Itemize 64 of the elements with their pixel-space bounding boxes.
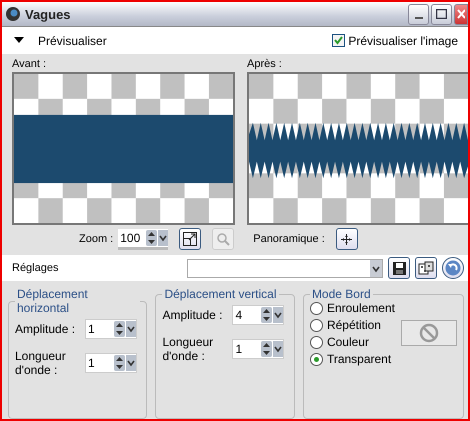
- randomize-button[interactable]: [415, 257, 437, 279]
- radio-label: Couleur: [326, 335, 369, 349]
- spinner-icon: [114, 355, 125, 371]
- group-title: Mode Bord: [310, 287, 372, 301]
- triangle-icon: [14, 37, 24, 44]
- radio-button[interactable]: [310, 318, 323, 332]
- maximize-icon: [436, 9, 447, 19]
- spinner-icon: [261, 307, 272, 323]
- radio-option[interactable]: Répétition: [310, 318, 395, 332]
- radio-label: Enroulement: [326, 301, 395, 315]
- resize-icon: [183, 232, 198, 246]
- number-field[interactable]: 1: [85, 319, 137, 339]
- preview-label: Avant :: [12, 58, 48, 70]
- reset-button[interactable]: [442, 257, 464, 279]
- presets-label: Réglages: [12, 262, 60, 274]
- minimize-icon: [414, 16, 422, 20]
- app-icon: [5, 6, 21, 22]
- radio-label: Transparent: [326, 352, 392, 366]
- dropdown-icon: [126, 355, 136, 371]
- spinner-icon: [114, 321, 125, 337]
- field-label: Longueur d'onde :: [15, 349, 67, 377]
- spinner-icon: [261, 341, 272, 357]
- dropdown-icon: [370, 260, 382, 276]
- radio-option[interactable]: Couleur: [310, 335, 395, 349]
- no-color-icon: [418, 323, 439, 343]
- radio-option[interactable]: Enroulement: [310, 301, 395, 315]
- dropdown-icon: [158, 230, 168, 246]
- dice-icon: [418, 261, 434, 275]
- dropdown-icon: [273, 307, 284, 323]
- radio-button[interactable]: [310, 336, 323, 348]
- spinner-icon: [146, 230, 158, 246]
- checkbox[interactable]: [332, 34, 346, 47]
- number-field[interactable]: 1: [85, 353, 137, 373]
- maximize-button[interactable]: [431, 4, 452, 24]
- number-field[interactable]: 4: [232, 305, 284, 325]
- radio-button[interactable]: [310, 302, 323, 314]
- field-label: Amplitude :: [15, 322, 76, 336]
- zoom-field[interactable]: 100: [118, 228, 168, 250]
- field-label: Amplitude :: [162, 308, 224, 322]
- group-title: Déplacement vertical: [163, 287, 278, 301]
- preview-label: Après :: [247, 58, 283, 70]
- zoom-label: Zoom :: [79, 233, 114, 245]
- dropdown-icon: [126, 321, 136, 337]
- undo-icon: [445, 260, 461, 276]
- close-icon: [457, 9, 465, 19]
- field-label: Longueur d'onde :: [162, 335, 214, 363]
- section-label: Prévisualiser: [38, 34, 108, 48]
- radio-button[interactable]: [310, 352, 323, 366]
- dropdown-icon: [273, 341, 284, 357]
- pan-label: Panoramique :: [253, 233, 325, 245]
- pan-button[interactable]: [336, 228, 358, 250]
- expand-toggle[interactable]: [14, 37, 24, 44]
- close-button[interactable]: [454, 4, 468, 24]
- radio-option[interactable]: Transparent: [310, 352, 395, 366]
- number-field[interactable]: 1: [232, 339, 284, 359]
- fit-button[interactable]: [179, 228, 202, 250]
- group-title: Déplacement horizontal: [16, 287, 89, 315]
- move-icon: [341, 234, 352, 244]
- radio-label: Répétition: [326, 318, 381, 332]
- window-title: Vagues: [25, 6, 72, 22]
- magnifier-icon: [216, 232, 230, 246]
- minimize-button[interactable]: [408, 4, 429, 24]
- color-swatch-button[interactable]: [400, 320, 457, 346]
- save-button[interactable]: [388, 257, 410, 279]
